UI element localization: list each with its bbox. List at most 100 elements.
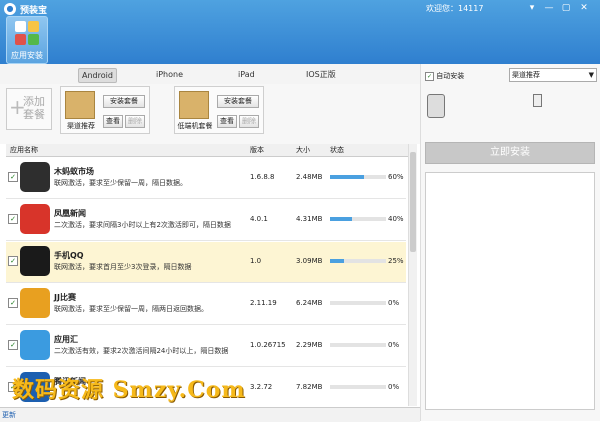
scrollbar-thumb[interactable] bbox=[410, 152, 416, 252]
package-card: 低端机套餐 安装套餐 查看 删除 bbox=[174, 86, 264, 134]
app-version: 2.11.19 bbox=[250, 299, 277, 307]
app-description: 联网激活，要求至少保留一周，隔两日返回数据。 bbox=[54, 305, 208, 313]
app-name: 木蚂蚁市场 bbox=[54, 167, 94, 176]
app-icon bbox=[20, 162, 50, 192]
title-bar: ● 预装宝 欢迎您：14117 ▾ — ▢ ✕ 应用安装 bbox=[0, 0, 600, 64]
progress-percent: 40% bbox=[388, 215, 404, 223]
tab-android[interactable]: Android bbox=[78, 68, 117, 83]
close-icon[interactable]: ✕ bbox=[578, 2, 590, 14]
app-name: JJ比赛 bbox=[54, 293, 76, 302]
app-size: 2.48MB bbox=[296, 173, 323, 181]
app-description: 二次激活，要求间隔3小时以上有2次激活即可，隔日数据 bbox=[54, 221, 231, 229]
chevron-down-icon: ▼ bbox=[588, 71, 594, 79]
install-now-button[interactable]: 立即安装 bbox=[425, 142, 595, 164]
app-version: 1.0.26715 bbox=[250, 341, 286, 349]
progress-bar bbox=[330, 301, 386, 305]
progress-fill bbox=[330, 175, 364, 179]
app-name: 凤凰新闻 bbox=[54, 209, 86, 218]
app-icon bbox=[20, 204, 50, 234]
row-checkbox[interactable]: ✓ bbox=[8, 256, 18, 266]
auto-install-option[interactable]: ✓ 自动安装 bbox=[425, 71, 464, 81]
delete-package-button[interactable]: 删除 bbox=[125, 115, 145, 128]
package-name: 渠道推荐 bbox=[67, 122, 95, 130]
add-package-button[interactable]: + 添加套餐 bbox=[6, 88, 52, 130]
app-size: 7.82MB bbox=[296, 383, 323, 391]
install-log-area bbox=[425, 172, 595, 410]
table-row[interactable]: ✓ JJ比赛联网激活，要求至少保留一周，隔两日返回数据。 2.11.19 6.24MB… bbox=[6, 284, 406, 325]
package-area: + 添加套餐 渠道推荐 安装套餐 查看 删除 低端机套餐 安装套餐 查看 删除 bbox=[0, 84, 420, 144]
tab-iphone[interactable]: iPhone bbox=[156, 68, 183, 81]
app-icon bbox=[20, 288, 50, 318]
app-size: 4.31MB bbox=[296, 215, 323, 223]
view-package-button[interactable]: 查看 bbox=[217, 115, 237, 128]
header-size: 大小 bbox=[296, 146, 310, 154]
progress-fill bbox=[330, 259, 344, 263]
package-box-icon bbox=[65, 91, 95, 119]
app-version: 1.0 bbox=[250, 257, 262, 265]
app-size: 6.24MB bbox=[296, 299, 323, 307]
small-phone-icon bbox=[533, 94, 542, 107]
delete-package-button[interactable]: 删除 bbox=[239, 115, 259, 128]
refresh-link[interactable]: 更新 bbox=[2, 410, 16, 420]
channel-select[interactable]: 渠道推荐 ▼ bbox=[509, 68, 597, 82]
auto-install-label: 自动安装 bbox=[436, 72, 465, 80]
phone-device-icon bbox=[427, 94, 445, 118]
status-bar: 更新 bbox=[0, 407, 420, 422]
app-description: 联网激活，要求首月至少3次登录，隔日数据 bbox=[54, 263, 192, 271]
progress-percent: 60% bbox=[388, 173, 404, 181]
app-icon bbox=[20, 330, 50, 360]
app-install-label: 应用安装 bbox=[11, 51, 43, 60]
progress-bar bbox=[330, 343, 386, 347]
tab-ipad[interactable]: iPad bbox=[238, 68, 255, 81]
app-description: 二次激活有效，要求2次激活间隔24小时以上，隔日数据 bbox=[54, 347, 229, 355]
progress-percent: 0% bbox=[388, 383, 400, 391]
app-version: 4.0.1 bbox=[250, 215, 268, 223]
app-description: 联网激活，要求至少保留一周，隔日数据。 bbox=[54, 179, 187, 187]
row-checkbox[interactable]: ✓ bbox=[8, 172, 18, 182]
row-checkbox[interactable]: ✓ bbox=[8, 298, 18, 308]
progress-bar bbox=[330, 259, 386, 263]
maximize-icon[interactable]: ▢ bbox=[560, 2, 572, 14]
right-panel: ✓ 自动安装 渠道推荐 ▼ 立即安装 bbox=[420, 64, 600, 421]
table-row[interactable]: ✓ 木蚂蚁市场联网激活，要求至少保留一周，隔日数据。 1.6.8.8 2.48MB 60… bbox=[6, 158, 406, 199]
install-package-button[interactable]: 安装套餐 bbox=[217, 95, 259, 108]
app-size: 3.09MB bbox=[296, 257, 323, 265]
tab-ios-official[interactable]: IOS正版 bbox=[306, 68, 336, 81]
minimize-icon[interactable]: — bbox=[543, 2, 555, 14]
app-logo-icon: ● bbox=[4, 3, 16, 15]
add-package-label: 添加套餐 bbox=[23, 95, 45, 121]
app-icon bbox=[20, 246, 50, 276]
progress-bar bbox=[330, 217, 386, 221]
row-checkbox[interactable]: ✓ bbox=[8, 340, 18, 350]
menu-dropdown-icon[interactable]: ▾ bbox=[526, 2, 538, 14]
app-install-button[interactable]: 应用安装 bbox=[6, 16, 48, 64]
install-package-button[interactable]: 安装套餐 bbox=[103, 95, 145, 108]
apps-grid-icon bbox=[15, 21, 39, 45]
table-row[interactable]: ✓ 凤凰新闻二次激活，要求间隔3小时以上有2次激活即可，隔日数据 4.0.1 4.31… bbox=[6, 200, 406, 241]
row-checkbox[interactable]: ✓ bbox=[8, 214, 18, 224]
view-package-button[interactable]: 查看 bbox=[103, 115, 123, 128]
channel-select-value: 渠道推荐 bbox=[512, 71, 540, 79]
progress-percent: 25% bbox=[388, 257, 404, 265]
package-name: 低端机套餐 bbox=[177, 122, 213, 130]
platform-tabs: Android iPhone iPad IOS正版 bbox=[0, 64, 420, 84]
progress-percent: 0% bbox=[388, 341, 400, 349]
header-name: 应用名称 bbox=[10, 146, 38, 154]
app-name: 手机QQ bbox=[54, 251, 84, 260]
app-title: 预装宝 bbox=[20, 6, 48, 16]
watermark: 数码资源 Smzy.Com bbox=[12, 377, 246, 403]
auto-install-checkbox[interactable]: ✓ bbox=[425, 71, 434, 81]
progress-fill bbox=[330, 217, 353, 221]
package-card: 渠道推荐 安装套餐 查看 删除 bbox=[60, 86, 150, 134]
progress-bar bbox=[330, 175, 386, 179]
progress-percent: 0% bbox=[388, 299, 400, 307]
list-scrollbar[interactable] bbox=[408, 144, 417, 406]
table-row[interactable]: ✓ 手机QQ 联网激活，要求首月至少3次登录，隔日数据 1.0 3.09MB 25% bbox=[6, 242, 406, 283]
app-name: 应用汇 bbox=[54, 335, 78, 344]
table-row[interactable]: ✓ 应用汇二次激活有效，要求2次激活间隔24小时以上，隔日数据 1.0.26715 2… bbox=[6, 326, 406, 367]
app-version: 1.6.8.8 bbox=[250, 173, 275, 181]
header-version: 版本 bbox=[250, 146, 264, 154]
table-header: 应用名称 版本 大小 状态 bbox=[6, 144, 408, 157]
welcome-text: 欢迎您：14117 bbox=[426, 4, 484, 13]
app-size: 2.29MB bbox=[296, 341, 323, 349]
